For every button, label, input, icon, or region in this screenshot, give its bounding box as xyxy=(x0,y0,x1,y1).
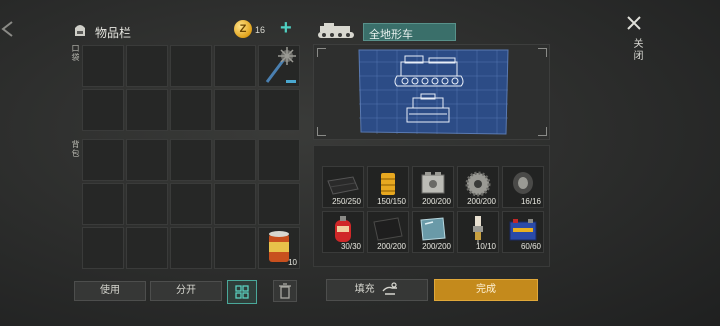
inventory-slot[interactable] xyxy=(170,45,212,87)
inventory-slot[interactable] xyxy=(258,183,300,225)
material-slot[interactable]: 150/150 xyxy=(367,166,409,208)
grid-view-toggle[interactable] xyxy=(227,280,257,304)
grid-view-icon xyxy=(235,285,249,299)
material-slot[interactable]: 200/200 xyxy=(412,166,454,208)
use-button[interactable]: 使用 xyxy=(74,281,146,301)
inventory-slot[interactable] xyxy=(170,227,212,269)
inventory-slot[interactable] xyxy=(214,139,256,181)
material-quantity: 30/30 xyxy=(340,242,361,251)
material-quantity: 200/200 xyxy=(467,197,496,206)
inventory-slot[interactable] xyxy=(126,89,168,131)
material-slot[interactable]: 250/250 xyxy=(322,166,364,208)
material-quantity: 150/150 xyxy=(377,197,406,206)
vehicle-blueprint xyxy=(358,49,509,135)
inventory-slot[interactable] xyxy=(82,45,124,87)
material-quantity: 200/200 xyxy=(422,197,451,206)
material-slot[interactable]: 10/10 xyxy=(457,211,499,253)
material-quantity: 200/200 xyxy=(377,242,406,251)
material-quantity: 60/60 xyxy=(520,242,541,251)
backpack-label: 背包 xyxy=(71,140,80,158)
close-icon[interactable] xyxy=(626,15,642,31)
frame-corner xyxy=(538,127,547,136)
close-label[interactable]: 关闭 xyxy=(629,38,644,62)
back-arrow-icon[interactable] xyxy=(0,18,14,40)
hand-fill-icon xyxy=(382,282,398,296)
inventory-slot[interactable] xyxy=(126,183,168,225)
inventory-slot[interactable] xyxy=(258,139,300,181)
inventory-slot[interactable] xyxy=(170,89,212,131)
trash-button[interactable] xyxy=(273,280,297,302)
material-slot[interactable]: 60/60 xyxy=(502,211,544,253)
material-slot[interactable]: 16/16 xyxy=(502,166,544,208)
inventory-slot[interactable] xyxy=(214,227,256,269)
fill-button-label: 填充 xyxy=(354,284,375,295)
inventory-slot[interactable] xyxy=(126,139,168,181)
coin-icon: Z xyxy=(234,20,252,38)
done-button[interactable]: 完成 xyxy=(434,279,538,301)
item-quantity: 10 xyxy=(288,258,297,267)
inventory-slot[interactable] xyxy=(126,45,168,87)
inventory-slot[interactable] xyxy=(170,183,212,225)
inventory-slot[interactable] xyxy=(82,183,124,225)
frame-corner xyxy=(538,48,547,57)
inventory-slot[interactable] xyxy=(214,183,256,225)
pocket-grid xyxy=(82,45,300,131)
material-quantity: 250/250 xyxy=(332,197,361,206)
backpack-grid: 10 xyxy=(82,139,300,269)
inventory-title: 物品栏 xyxy=(95,26,132,40)
inventory-slot[interactable] xyxy=(126,227,168,269)
inventory-slot[interactable] xyxy=(258,89,300,131)
vehicle-name: 全地形车 xyxy=(369,29,413,41)
trash-icon xyxy=(279,283,291,299)
inventory-slot[interactable] xyxy=(214,89,256,131)
material-quantity: 10/10 xyxy=(475,242,496,251)
inventory-slot[interactable] xyxy=(258,45,300,87)
frame-corner xyxy=(317,127,326,136)
inventory-slot[interactable] xyxy=(170,139,212,181)
fill-button[interactable]: 填充 xyxy=(326,279,428,301)
inventory-slot[interactable]: 10 xyxy=(258,227,300,269)
vehicle-icon xyxy=(316,22,360,40)
material-slot[interactable]: 200/200 xyxy=(367,211,409,253)
coin-count: 16 xyxy=(255,25,266,35)
inventory-slot[interactable] xyxy=(82,227,124,269)
material-slot[interactable]: 200/200 xyxy=(457,166,499,208)
material-quantity: 200/200 xyxy=(422,242,451,251)
materials-grid: 250/250 150/150 200/200 200/200 16/16 30… xyxy=(322,166,544,253)
split-button[interactable]: 分开 xyxy=(150,281,222,301)
pocket-label: 口袋 xyxy=(71,44,80,62)
material-slot[interactable]: 30/30 xyxy=(322,211,364,253)
material-slot[interactable]: 200/200 xyxy=(412,211,454,253)
material-quantity: 16/16 xyxy=(520,197,541,206)
frame-corner xyxy=(317,48,326,57)
backpack-icon xyxy=(72,22,88,38)
inventory-slot[interactable] xyxy=(82,139,124,181)
inventory-slot[interactable] xyxy=(214,45,256,87)
add-currency-button[interactable]: + xyxy=(280,18,298,38)
inventory-slot[interactable] xyxy=(82,89,124,131)
